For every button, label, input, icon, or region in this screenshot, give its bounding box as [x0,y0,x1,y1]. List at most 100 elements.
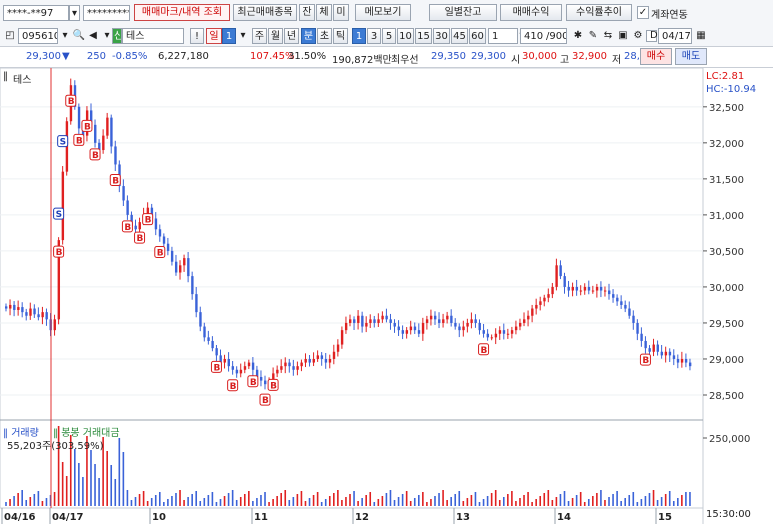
volume-bar [531,502,533,506]
memo-button[interactable]: 메모보기 [355,4,411,21]
marker-label: B [481,346,488,356]
volume-bar [82,477,84,506]
candle-body [502,330,506,334]
volume-bar [37,491,40,506]
candle-body [425,319,429,323]
candle-body [567,286,570,291]
candle-body [361,315,364,327]
period-year-button[interactable]: 년 [284,28,299,44]
trade-profit-button[interactable]: 매매수익 [500,4,562,21]
marker-label: B [213,363,220,373]
period-second-button[interactable]: 초 [317,28,332,44]
volume-bar [175,493,177,506]
candle-body [583,286,587,291]
candlestick-chart[interactable]: 28,500 29,000 29,500 30,000 30,500 31,000 31,5… [0,68,773,524]
volume-bar [357,501,359,506]
data-count-field[interactable]: 410 [520,28,544,44]
tab-jan[interactable]: 잔 [299,4,315,21]
turnover-rate: 31.50% [288,51,327,62]
candle-body [276,369,279,374]
interval-1-button[interactable]: 1 [352,28,366,44]
candle-body [344,322,348,331]
volume-bar [65,476,68,506]
tab-che[interactable]: 체 [316,4,332,21]
password-field[interactable]: ********* [83,5,130,21]
calendar-icon[interactable]: ▦ [694,29,708,43]
buy-button[interactable]: 매수 [640,48,672,65]
volume-bar [413,498,416,506]
period-month-button[interactable]: 월 [268,28,283,44]
interval-5-button[interactable]: 5 [382,28,396,44]
interval-60-button[interactable]: 60 [469,28,486,44]
volume-bar [596,493,598,506]
account-select[interactable]: ****-**97 [3,5,69,21]
candle-body [106,117,109,136]
period-minute-button[interactable]: 분 [301,28,316,44]
interval-10-button[interactable]: 10 [397,28,414,44]
candle-body [688,362,692,367]
interval-30-button[interactable]: 30 [433,28,450,44]
open-price: 30,000 [522,51,557,62]
volume-bar [227,493,230,506]
indicator-icon[interactable]: ✱ [571,29,585,43]
period-dropdown-icon[interactable]: ▾ [236,29,250,43]
candle-body [320,355,324,359]
volume-bar [33,494,36,506]
interval-45-button[interactable]: 45 [451,28,468,44]
candle-body [308,358,311,363]
volume-bar [664,494,667,506]
candle-body [575,286,579,291]
tab-mi[interactable]: 미 [333,4,349,21]
layout-icon[interactable]: ◰ [3,29,17,43]
volume-bar [292,497,295,506]
volume-bar [450,497,452,506]
return-trend-button[interactable]: 수익률추이 [566,4,632,21]
candle-body [134,225,137,230]
symbol-code-input[interactable]: 095610 [18,28,58,44]
marker-label: B [112,176,119,186]
volume-bar [446,500,448,506]
sell-button[interactable]: 매도 [675,48,707,65]
high-price: 32,900 [572,51,607,62]
search-icon[interactable]: 🔍 [72,29,86,43]
recent-trades-button[interactable]: 최근매매종목 [233,4,297,21]
volume-bar [539,496,542,506]
volume-bar [434,496,436,506]
interval-3-button[interactable]: 3 [367,28,381,44]
volume-bar [628,495,631,506]
interval-input[interactable]: 1 [488,28,518,44]
candle-body [179,265,182,273]
account-link-checkbox[interactable]: ✓ [637,6,649,19]
compare-icon[interactable]: ⇆ [601,29,615,43]
daily-balance-button[interactable]: 일별잔고 [429,4,497,21]
chart-panel[interactable]: 28,500 29,000 29,500 30,000 30,500 31,000 31,5… [0,68,773,524]
volume-bar [559,494,562,506]
period-multiplier[interactable]: 1 [222,28,236,44]
volume-bar [547,490,550,506]
volume-bar [5,502,7,506]
alert-icon[interactable]: ! [190,28,204,44]
period-week-button[interactable]: 주 [252,28,267,44]
save-icon[interactable]: ▣ [616,29,630,43]
period-tick-button[interactable]: 틱 [333,28,348,44]
candle-body [644,340,647,349]
candle-body [668,351,672,356]
interval-15-button[interactable]: 15 [415,28,432,44]
sound-icon[interactable]: ◀ [86,29,100,43]
draw-tool-icon[interactable]: ✎ [586,29,600,43]
candle-body [187,258,190,277]
date-input[interactable]: 04/17 [658,28,692,44]
candle-body [579,290,583,292]
settings-gear-icon[interactable]: ⚙ [631,29,645,43]
volume-bar [677,498,679,506]
symbol-dropdown-icon[interactable]: ▾ [58,29,72,43]
trade-mark-button[interactable]: 매매마크/내역 조회 [134,4,230,21]
volume-bar [486,496,489,506]
candle-body [676,358,680,363]
period-day-button[interactable]: 일 [206,28,222,44]
account-dropdown-icon[interactable]: ▾ [69,5,80,21]
candle-body [417,330,421,334]
marker-label: B [145,216,152,226]
candle-body [102,135,105,151]
volume-bar [409,501,412,506]
